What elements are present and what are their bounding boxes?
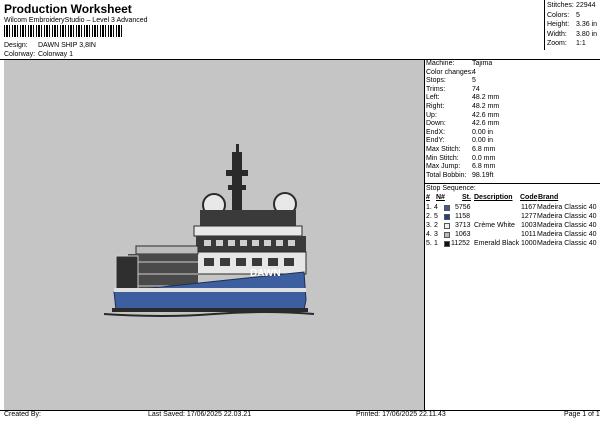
info-row: EndX: 0.00 in xyxy=(426,128,494,136)
barcode xyxy=(4,25,124,37)
info-row: Up: 42.6 mm xyxy=(426,111,500,119)
ship-name-text: DAWN xyxy=(250,268,281,279)
stop-sequence-header: # N# St. Description Code Brand xyxy=(426,194,598,203)
stat-row: Height: 3.36 in xyxy=(547,21,598,28)
stop-sequence-title: Stop Sequence: xyxy=(426,185,476,192)
info-row: Color changes: 4 xyxy=(426,68,476,76)
info-row: Max Jump: 6.8 mm xyxy=(426,163,496,171)
design-value: DAWN SHIP 3,8IN xyxy=(38,42,96,49)
design-preview: DAWN xyxy=(4,60,424,410)
footer-divider xyxy=(0,410,600,411)
col-stitches: St. xyxy=(462,194,471,201)
page-number: Page 1 of 1 xyxy=(564,411,600,418)
color-swatch xyxy=(444,204,450,211)
info-row: Left: 48.2 mm xyxy=(426,94,500,102)
stop-row: 3. 2 3713 Crème White 1003 Madeira Class… xyxy=(426,222,597,229)
stop-row: 5. 1 11252 Emerald Black 1000 Madeira Cl… xyxy=(426,240,597,247)
info-row: Down: 42.6 mm xyxy=(426,120,500,128)
last-saved: Last Saved: 17/06/2025 22.03.21 xyxy=(148,411,252,418)
info-row: Trims: 74 xyxy=(426,85,480,93)
printed-date: Printed: 17/06/2025 22.11.43 xyxy=(356,411,446,418)
col-num: # xyxy=(426,194,430,201)
color-swatch xyxy=(444,231,450,238)
page-title: Production Worksheet xyxy=(4,2,132,16)
stop-row: 2. 5 1158 1277 Madeira Classic 40 xyxy=(426,213,597,220)
col-code: Code xyxy=(520,194,538,201)
color-swatch xyxy=(444,240,450,247)
info-row: Total Bobbin: 98.19ft xyxy=(426,171,494,179)
color-swatch xyxy=(444,222,450,229)
color-swatch xyxy=(444,213,450,220)
machine-info-panel: Machine: Tajima Color changes: 4 Stops: 5 T… xyxy=(426,60,598,180)
info-row: Max Stitch: 6.8 mm xyxy=(426,145,496,153)
created-by: Created By: xyxy=(4,411,41,418)
stop-row: 4. 3 1063 1011 Madeira Classic 40 xyxy=(426,231,597,238)
design-label: Design: xyxy=(4,42,28,49)
stops-divider xyxy=(424,183,600,184)
stop-row: 1. 4 5756 1167 Madeira Classic 40 xyxy=(426,204,597,211)
info-row: Right: 48.2 mm xyxy=(426,102,500,110)
info-row: Machine: Tajima xyxy=(426,60,493,67)
ship-embroidery-image: DAWN xyxy=(103,144,315,317)
info-row: EndY: 0.00 in xyxy=(426,137,494,145)
info-divider xyxy=(424,60,425,410)
stat-row: Colors: 5 xyxy=(547,11,580,19)
stat-row: Zoom: 1:1 xyxy=(547,40,586,47)
col-description: Description xyxy=(474,194,513,201)
col-needle: N# xyxy=(436,194,445,201)
stats-panel: Stitches: 22944 Colors: 5 Height: 3.36 in W… xyxy=(545,2,600,50)
col-brand: Brand xyxy=(538,194,559,201)
info-row: Min Stitch: 0.0 mm xyxy=(426,154,496,162)
info-row: Stops: 5 xyxy=(426,77,476,85)
stat-row: Width: 3.80 in xyxy=(547,30,598,38)
software-subtitle: Wilcom EmbroideryStudio – Level 3 Advanc… xyxy=(4,17,148,24)
stat-row: Stitches: 22944 xyxy=(547,2,596,9)
